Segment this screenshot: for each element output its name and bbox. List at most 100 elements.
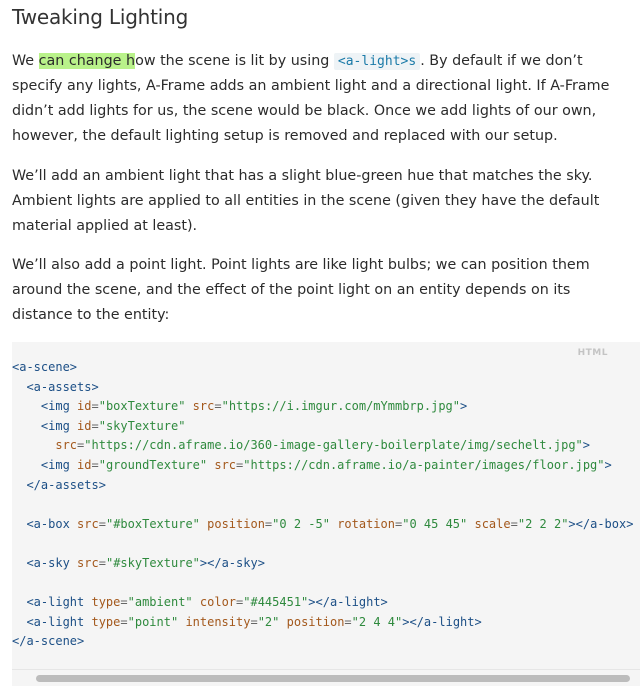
- code-block: HTML <a-scene> <a-assets> <img id="boxTe…: [12, 342, 640, 686]
- code-tag: >: [604, 457, 612, 472]
- code-tag: >: [308, 595, 316, 610]
- code-string: "#skyTexture": [105, 555, 200, 570]
- code-equals: =: [214, 399, 222, 414]
- code-line: <a-assets>: [12, 378, 633, 398]
- paragraph-lighting-intro: We can change how the scene is lit by us…: [12, 49, 612, 149]
- code-equals: =: [510, 516, 518, 531]
- code-attr: intensity: [185, 614, 251, 629]
- code-string: "2 4 4": [351, 614, 403, 629]
- code-tag: </a-sky: [207, 555, 258, 570]
- code-tag: >: [77, 634, 85, 649]
- code-equals: =: [91, 457, 99, 472]
- code-equals: =: [120, 595, 128, 610]
- code-string: "boxTexture": [98, 399, 186, 414]
- code-line: </a-assets>: [12, 476, 633, 496]
- code-tag: >: [568, 516, 576, 531]
- code-equals: =: [120, 614, 128, 629]
- horizontal-scrollbar[interactable]: [12, 669, 640, 686]
- code-tag: <img: [40, 457, 70, 472]
- code-string: "point": [127, 614, 179, 629]
- section-heading: Tweaking Lighting: [12, 5, 189, 29]
- code-line: <img id="boxTexture" src="https://i.imgu…: [12, 397, 633, 417]
- code-string: "ambient": [127, 595, 193, 610]
- code-tag: <a-scene: [12, 360, 70, 374]
- scrollbar-thumb[interactable]: [36, 675, 630, 682]
- code-string: "skyTexture": [98, 418, 186, 433]
- code-tag: >: [257, 555, 265, 570]
- code-tag: >: [474, 614, 482, 629]
- code-string: "2 2 2": [517, 516, 569, 531]
- code-attr: position: [207, 516, 265, 531]
- code-attr: id: [77, 418, 92, 433]
- code-string: "0 2 -5": [272, 516, 330, 531]
- code-line: <a-light type="point" intensity="2" posi…: [12, 613, 633, 633]
- code-tag: >: [582, 438, 591, 453]
- code-listing: <a-scene> <a-assets> <img id="boxTexture…: [12, 358, 633, 652]
- paragraph-ambient-light: We’ll add an ambient light that has a sl…: [12, 168, 600, 234]
- code-line: </a-scene>: [12, 632, 633, 652]
- code-tag: <a-light: [26, 595, 85, 610]
- code-tag: >: [98, 477, 106, 492]
- code-tag: </a-assets: [26, 477, 99, 492]
- code-attr: color: [199, 595, 237, 610]
- text-run: ow the scene is lit by using: [135, 53, 334, 69]
- code-attr: id: [77, 399, 92, 414]
- code-attr: rotation: [337, 516, 395, 531]
- code-tag: <img: [40, 418, 70, 433]
- code-tag: </a-light: [315, 595, 381, 610]
- code-attr: type: [91, 595, 121, 610]
- paragraph-point-light: We’ll also add a point light. Point ligh…: [12, 257, 590, 323]
- code-string: "#boxTexture": [105, 516, 200, 531]
- code-attr: type: [91, 614, 121, 629]
- code-string: "https://cdn.aframe.io/a-painter/images/…: [243, 457, 605, 472]
- code-attr: src: [77, 516, 99, 531]
- code-tag: </a-light: [409, 614, 475, 629]
- code-tag: <a-box: [26, 516, 70, 531]
- code-tag: >: [91, 379, 99, 394]
- code-tag: >: [626, 516, 634, 531]
- code-string: "#445451": [243, 595, 309, 610]
- code-line: <a-light type="ambient" color="#445451">…: [12, 593, 633, 613]
- code-tag: >: [460, 399, 468, 414]
- code-tag: <a-light: [26, 614, 85, 629]
- code-attr: src: [192, 399, 215, 414]
- code-attr: src: [214, 457, 237, 472]
- code-tag: </a-box: [575, 516, 627, 531]
- code-string: "0 45 45": [402, 516, 468, 531]
- code-tag: </a-scene: [12, 634, 78, 649]
- code-equals: =: [344, 614, 352, 629]
- code-equals: =: [91, 418, 99, 433]
- code-attr: scale: [474, 516, 511, 531]
- code-equals: =: [98, 555, 106, 570]
- code-tag: >: [69, 360, 78, 374]
- code-tag: <img: [40, 399, 70, 414]
- code-tag: >: [380, 595, 388, 610]
- code-line: <a-sky src="#skyTexture"></a-sky>: [12, 554, 633, 574]
- highlighted-text: can change h: [38, 53, 136, 69]
- code-attr: src: [77, 555, 99, 570]
- code-equals: =: [91, 399, 99, 414]
- code-tag: <a-sky: [26, 555, 70, 570]
- code-attr: id: [77, 457, 92, 472]
- code-string: "groundTexture": [98, 457, 208, 472]
